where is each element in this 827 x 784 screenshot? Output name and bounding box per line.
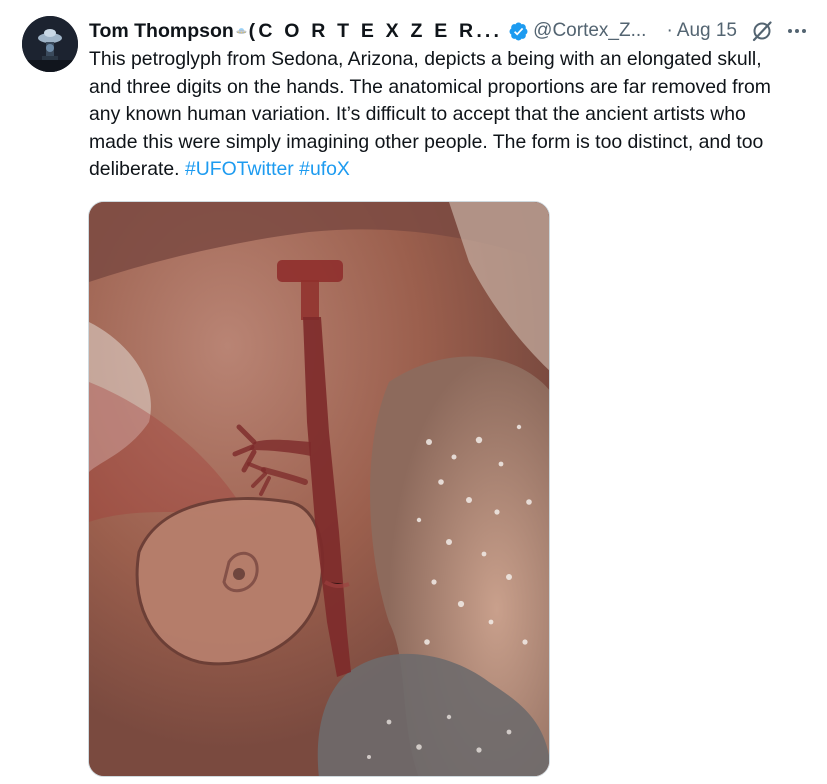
display-name-continued[interactable]: (C O R T E X Z E R... xyxy=(249,20,503,43)
timestamp[interactable]: Aug 15 xyxy=(677,20,737,42)
tweet-photo[interactable] xyxy=(88,201,550,777)
ufo-avatar-icon xyxy=(22,16,78,72)
display-name[interactable]: Tom Thompson xyxy=(89,20,234,43)
hashtag-ufotwitter[interactable]: #UFOTwitter xyxy=(185,158,294,180)
hashtag-ufox[interactable]: #ufoX xyxy=(299,158,350,180)
tweet-text: This petroglyph from Sedona, Arizona, de… xyxy=(89,46,799,184)
handle[interactable]: @Cortex_Z... xyxy=(533,20,646,42)
separator-dot: · xyxy=(666,20,673,41)
grok-icon[interactable] xyxy=(751,20,773,42)
tweet-header: Tom Thompson (C O R T E X Z E R... @Cort… xyxy=(89,16,809,46)
tweet[interactable]: Tom Thompson (C O R T E X Z E R... @Cort… xyxy=(0,0,827,784)
more-options-icon[interactable] xyxy=(785,19,809,43)
avatar[interactable] xyxy=(22,16,78,72)
petroglyph-photo xyxy=(89,202,549,776)
flying-saucer-emoji-icon xyxy=(236,28,247,34)
verified-badge-icon[interactable] xyxy=(508,21,529,42)
